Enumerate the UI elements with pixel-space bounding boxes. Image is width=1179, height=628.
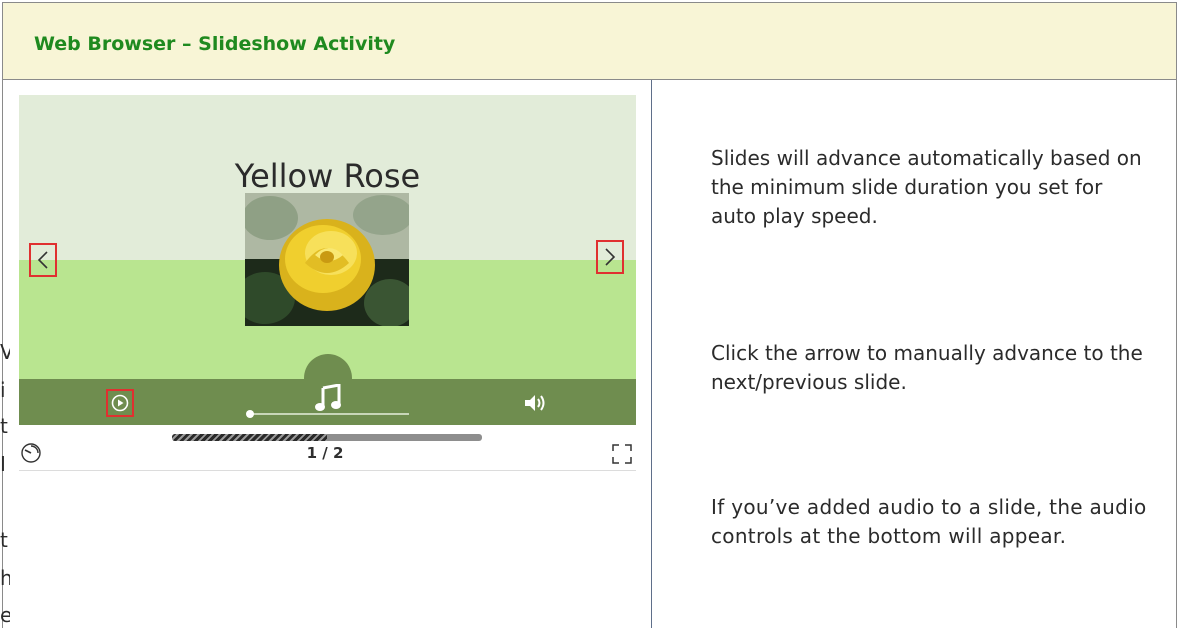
music-note-icon	[315, 384, 341, 411]
instruction-audio-controls: If you’ve added audio to a slide, the au…	[711, 495, 1147, 548]
prev-arrow-icon	[37, 251, 48, 269]
yellow-rose-image	[245, 193, 409, 326]
instruction-auto-advance: Slides will advance automatically based …	[711, 146, 1142, 228]
next-arrow-icon	[605, 248, 616, 266]
slide-title: Yellow Rose	[234, 157, 421, 195]
activity-title: Web Browser – Slideshow Activity	[34, 33, 396, 55]
page-counter: 1 / 2	[306, 444, 344, 462]
next-slide-button[interactable]	[596, 240, 624, 274]
play-icon	[111, 394, 129, 412]
fullscreen-icon[interactable]	[611, 443, 633, 465]
slideshow-bottom-rule	[19, 470, 636, 471]
play-button[interactable]	[106, 389, 134, 417]
clipped-text-fragment: I	[0, 452, 6, 476]
clipped-text-fragment: V	[0, 340, 10, 364]
audio-seek-track[interactable]	[249, 413, 409, 415]
autoplay-icon[interactable]	[20, 442, 42, 464]
column-divider	[651, 80, 652, 628]
clipped-text-fragment: t	[0, 528, 8, 552]
clipped-text-fragment: h	[0, 566, 10, 590]
slide-progress-fill	[172, 434, 327, 441]
instruction-manual-advance: Click the arrow to manually advance to t…	[711, 341, 1143, 394]
volume-icon[interactable]	[522, 390, 548, 416]
clipped-text-fragment: i	[0, 378, 6, 402]
audio-seek-handle[interactable]	[246, 410, 254, 418]
clipped-text-fragment: t	[0, 414, 8, 438]
previous-slide-button[interactable]	[29, 243, 57, 277]
slide-stage: Yellow Rose	[19, 95, 636, 379]
clipped-text-fragment: e	[0, 603, 10, 627]
activity-header: Web Browser – Slideshow Activity	[3, 3, 1176, 80]
